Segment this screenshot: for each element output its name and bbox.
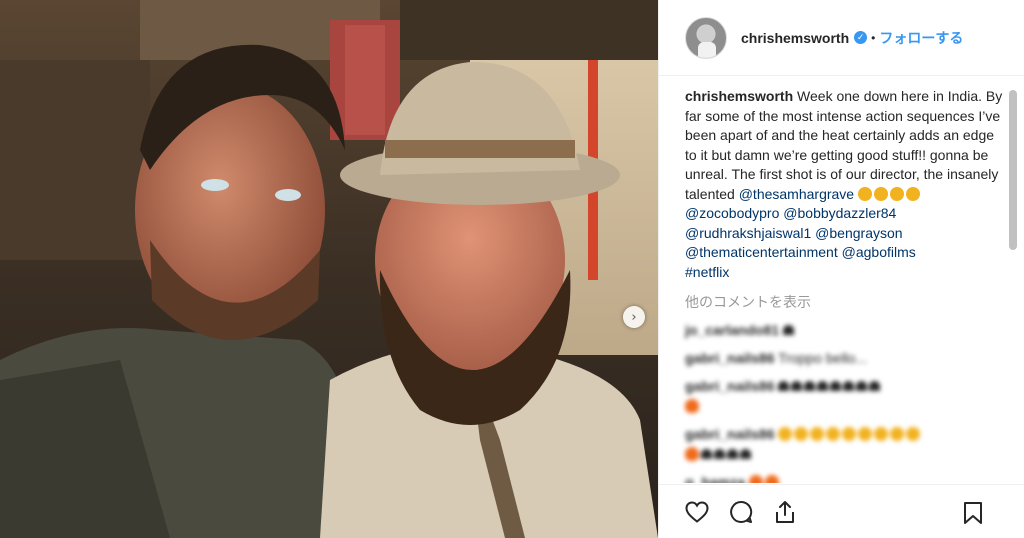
heart-icon bbox=[685, 500, 709, 523]
verified-badge-icon: ✓ bbox=[854, 31, 868, 44]
bookmark-icon bbox=[964, 502, 982, 524]
heart-emoji-icon bbox=[714, 449, 725, 459]
comment-item: gabri_nails86 bbox=[685, 376, 1009, 416]
comments-section[interactable]: chrishemsworth Week one down here in Ind… bbox=[659, 77, 1024, 483]
heart-emoji-icon bbox=[740, 449, 751, 459]
hashtag-link[interactable]: #netflix bbox=[685, 264, 729, 280]
heart-emoji-icon bbox=[843, 381, 855, 391]
caption-text: Week one down here in India. By far some… bbox=[685, 88, 1003, 202]
heart-emoji-icon bbox=[778, 381, 790, 391]
emoji-icon bbox=[794, 427, 809, 441]
mention-link[interactable]: @bengrayson bbox=[815, 225, 902, 241]
chevron-right-icon: › bbox=[631, 309, 637, 325]
fire-emoji-icon bbox=[685, 399, 699, 413]
save-button[interactable] bbox=[959, 499, 987, 527]
post-header: chrishemsworth ✓ • フォローする bbox=[659, 0, 1024, 76]
emoji-icon bbox=[778, 427, 793, 441]
heart-emoji-icon bbox=[791, 381, 803, 391]
selfie-image bbox=[0, 0, 658, 538]
mention-link[interactable]: @zocobodypro bbox=[685, 205, 779, 221]
like-button[interactable] bbox=[683, 498, 711, 526]
view-more-comments-link[interactable]: 他のコメントを表示 bbox=[685, 292, 1009, 312]
comment-username[interactable]: gabri_nails86 bbox=[685, 378, 775, 394]
heart-emoji-icon bbox=[869, 381, 881, 391]
follow-button[interactable]: フォローする bbox=[879, 28, 963, 48]
mention-link[interactable]: @thematicentertainment bbox=[685, 244, 838, 260]
post-caption: chrishemsworth Week one down here in Ind… bbox=[685, 87, 1009, 282]
speaker-emoji-icon bbox=[906, 186, 920, 201]
caption-author[interactable]: chrishemsworth bbox=[685, 88, 793, 104]
mention-link[interactable]: @bobbydazzler84 bbox=[783, 205, 896, 221]
comment-username[interactable]: gabri_nails86 bbox=[685, 426, 775, 442]
emoji-icon bbox=[826, 427, 841, 441]
comment-username[interactable]: g_hamza bbox=[685, 474, 745, 483]
avatar[interactable] bbox=[685, 16, 727, 59]
comment-item: gabri_nails86 bbox=[685, 424, 1009, 464]
mention-link[interactable]: @thesamhargrave bbox=[739, 186, 854, 202]
heart-emoji-icon bbox=[830, 381, 842, 391]
heart-emoji-icon bbox=[701, 449, 712, 459]
comment-username[interactable]: gabri_nails86 bbox=[685, 350, 775, 366]
thumbs-up-emoji-icon bbox=[874, 186, 888, 201]
speaker-emoji-icon bbox=[890, 186, 904, 201]
share-icon bbox=[776, 500, 794, 523]
heart-emoji-icon bbox=[804, 381, 816, 391]
comments-scrollbar[interactable] bbox=[1009, 90, 1017, 250]
emoji-icon bbox=[842, 427, 857, 441]
comment-item: g_hamza bbox=[685, 472, 1009, 483]
fire-emoji-icon bbox=[748, 475, 763, 483]
comment-item: gabri_nails86 Troppo bello... bbox=[685, 348, 1009, 368]
heart-emoji-icon bbox=[783, 325, 795, 335]
mention-link[interactable]: @rudhrakshjaiswal1 bbox=[685, 225, 811, 241]
heart-emoji-icon bbox=[727, 449, 738, 459]
heart-emoji-icon bbox=[817, 381, 829, 391]
carousel-next-button[interactable]: › bbox=[623, 306, 645, 328]
post-side-panel: chrishemsworth ✓ • フォローする chrishemsworth… bbox=[658, 0, 1024, 538]
heart-emoji-icon bbox=[856, 381, 868, 391]
post-photo[interactable]: › bbox=[0, 0, 658, 538]
comment-bubble-icon bbox=[730, 500, 753, 523]
mention-link[interactable]: @agbofilms bbox=[842, 244, 916, 260]
emoji-icon bbox=[906, 427, 921, 441]
separator-dot: • bbox=[871, 30, 876, 45]
comment-text: Troppo bello... bbox=[778, 350, 868, 366]
comment-button[interactable] bbox=[727, 498, 755, 526]
thumbs-up-emoji-icon bbox=[858, 186, 872, 201]
share-button[interactable] bbox=[771, 498, 799, 526]
fire-emoji-icon bbox=[764, 475, 779, 483]
emoji-icon bbox=[858, 427, 873, 441]
post-actions-bar bbox=[659, 484, 1024, 538]
emoji-icon bbox=[890, 427, 905, 441]
fire-emoji-icon bbox=[685, 447, 699, 461]
comment-item: jo_carlando81 bbox=[685, 320, 1009, 340]
emoji-icon bbox=[810, 427, 825, 441]
header-username[interactable]: chrishemsworth bbox=[741, 30, 849, 46]
comment-username[interactable]: jo_carlando81 bbox=[685, 322, 779, 338]
emoji-icon bbox=[874, 427, 889, 441]
